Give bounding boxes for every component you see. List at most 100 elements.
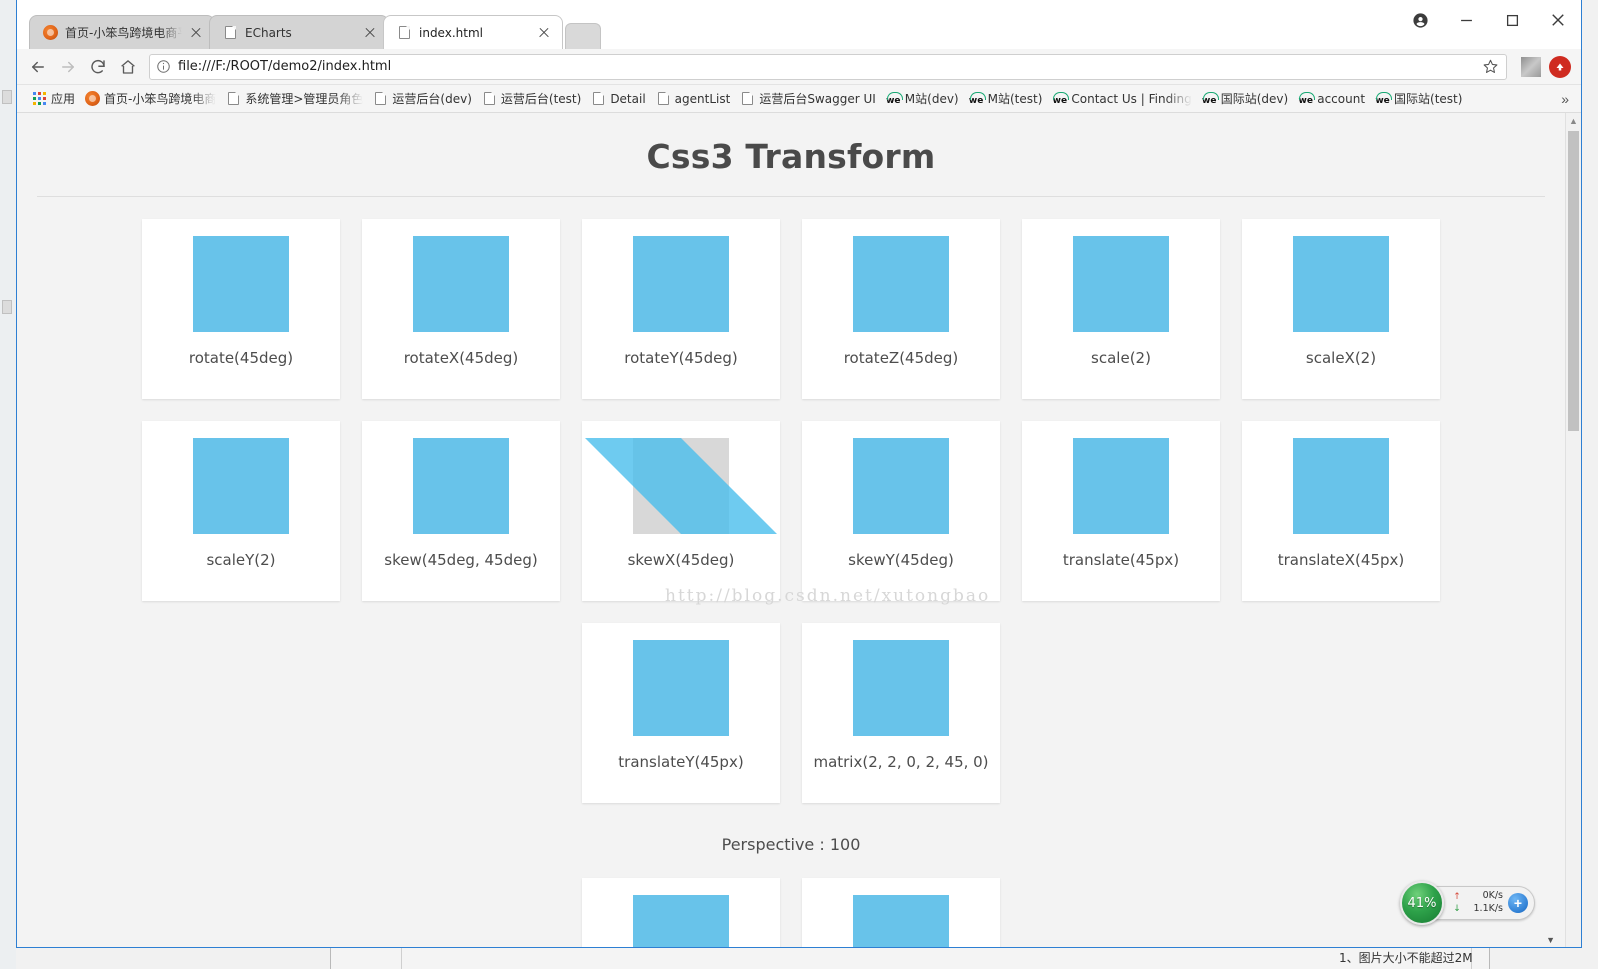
card-label: translateY(45px) [618,753,744,771]
bookmark-item-0[interactable]: 首页-小笨鸟跨境电商 [80,88,221,109]
demo-box [633,640,729,736]
page-viewport: Css3 Transform rotate(45deg) rotateX(45d [17,113,1581,947]
document-icon [591,91,606,106]
close-button[interactable] [1535,0,1581,40]
bookmarks-overflow-icon[interactable]: » [1553,91,1577,107]
network-speed-widget[interactable]: 41% ↑ 0K/s ↓ 1.1K/s + [1400,881,1535,925]
perspective-card-2[interactable] [802,878,1000,947]
bookmark-item-12[interactable]: we 国际站(test) [1370,88,1467,109]
bookmark-item-1[interactable]: 系统管理>管理员角色 [221,88,368,109]
bookmark-label: M站(dev) [904,92,959,106]
bookmark-item-7[interactable]: we M站(dev) [881,88,964,109]
perspective-card-1[interactable] [582,878,780,947]
card-stage [142,219,340,349]
bird-icon [42,25,58,41]
maximize-button[interactable] [1489,0,1535,40]
bookmark-item-5[interactable]: agentList [651,89,736,108]
transform-card-rotatey[interactable]: rotateY(45deg) [582,219,780,399]
transform-card-scalex[interactable]: scaleX(2) [1242,219,1440,399]
bookmark-item-10[interactable]: we 国际站(dev) [1197,88,1293,109]
card-label: rotateX(45deg) [403,349,519,367]
bookmark-label: M站(test) [987,92,1043,106]
close-icon[interactable] [188,25,204,41]
transform-card-translatex[interactable]: translateX(45px) [1242,421,1440,601]
browser-tab-2[interactable]: ECharts [209,15,389,49]
widget-collapse-caret-icon[interactable]: ▼ [1546,935,1555,945]
transform-card-rotatez[interactable]: rotateZ(45deg) [802,219,1000,399]
bookmark-item-11[interactable]: we account [1293,89,1370,108]
transform-card-matrix[interactable]: matrix(2, 2, 0, 2, 45, 0) [802,623,1000,803]
minimize-button[interactable] [1443,0,1489,40]
transform-card-rotatex[interactable]: rotateX(45deg) [362,219,560,399]
forward-icon[interactable] [53,53,83,81]
card-stage [1242,421,1440,551]
tab-title: index.html [419,25,483,40]
transform-card-translatey[interactable]: translateY(45px) [582,623,780,803]
download-progress-ball[interactable]: 41% [1400,881,1444,925]
home-icon[interactable] [113,53,143,81]
card-stage [802,623,1000,753]
bookmark-label: agentList [674,91,731,106]
transform-card-translate[interactable]: translate(45px) [1022,421,1220,601]
demo-box [1293,438,1389,534]
transform-card-skewy[interactable]: skewY(45deg) [802,421,1000,601]
document-icon [226,91,241,106]
title-divider [37,196,1545,197]
card-stage [582,623,780,753]
bookmarks-bar: 应用 首页-小笨鸟跨境电商 系统管理>管理员角色 运营后台(dev) 运营后台(… [17,85,1581,113]
address-bar-url: file:///F:/ROOT/demo2/index.html [178,59,392,74]
bookmark-item-9[interactable]: we Contact Us | Finding [1047,89,1196,108]
card-stage [802,421,1000,551]
close-icon[interactable] [362,25,378,41]
desktop-chip [2,300,12,314]
browser-tab-3-active[interactable]: index.html [383,15,563,49]
demo-box [853,438,949,534]
card-stage [582,878,780,947]
web-page: Css3 Transform rotate(45deg) rotateX(45d [17,113,1565,947]
extension-icon[interactable] [1521,56,1541,77]
demo-box [193,236,289,332]
upload-arrow-icon: ↑ [1453,891,1461,902]
desktop-chip [2,90,12,104]
demo-box [193,438,289,534]
new-tab-button[interactable] [565,23,601,49]
scrollbar-up-arrow-icon[interactable]: ▲ [1566,113,1581,129]
transform-card-scale[interactable]: scale(2) [1022,219,1220,399]
bookmark-item-2[interactable]: 运营后台(dev) [368,88,476,109]
bookmark-apps[interactable]: 应用 [27,88,80,109]
card-stage [802,878,1000,947]
star-icon[interactable] [1482,58,1500,76]
browser-tab-1[interactable]: 首页-小笨鸟跨境电商平台 [29,15,215,49]
close-icon[interactable] [536,25,552,41]
transform-card-rotate[interactable]: rotate(45deg) [142,219,340,399]
we-icon: we [886,91,903,106]
back-icon[interactable] [23,53,53,81]
profile-avatar-icon[interactable] [1397,0,1443,40]
card-label: scaleX(2) [1305,349,1377,367]
transform-card-skewx[interactable]: skewX(45deg) [582,421,780,601]
tab-title: ECharts [245,25,292,40]
address-bar[interactable]: file:///F:/ROOT/demo2/index.html [149,53,1507,80]
reload-icon[interactable] [83,53,113,81]
bookmark-item-3[interactable]: 运营后台(test) [477,88,586,109]
demo-box [853,640,949,736]
add-task-button[interactable]: + [1508,893,1528,913]
demo-box [853,236,949,332]
bookmark-item-6[interactable]: 运营后台Swagger UI [735,88,880,109]
document-icon [656,91,671,106]
background-window-divider [401,948,402,969]
transform-card-grid: rotate(45deg) rotateX(45deg) rotateY(45d… [37,219,1545,803]
red-arrow-icon[interactable] [1549,55,1571,78]
card-label: scaleY(2) [206,551,276,569]
background-window[interactable]: 1、图片大小不能超过2M [330,947,1490,969]
page-scrollbar[interactable]: ▲ [1565,113,1581,947]
transform-card-scaley[interactable]: scaleY(2) [142,421,340,601]
card-label: skew(45deg, 45deg) [384,551,538,569]
transform-card-skew[interactable]: skew(45deg, 45deg) [362,421,560,601]
bookmark-item-4[interactable]: Detail [586,89,650,108]
card-stage [1242,219,1440,349]
tab-strip: 首页-小笨鸟跨境电商平台 ECharts index.html [17,0,1581,49]
scrollbar-thumb[interactable] [1568,131,1579,431]
perspective-section-label: Perspective : 100 [721,835,861,854]
bookmark-item-8[interactable]: we M站(test) [964,88,1048,109]
